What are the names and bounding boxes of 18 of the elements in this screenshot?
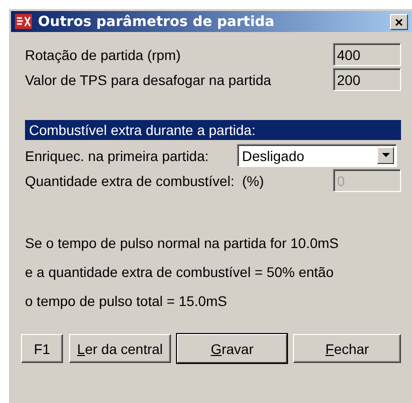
note-text: o tempo de pulso total = 15.0mS <box>25 292 228 311</box>
note-text: Se o tempo de pulso normal na partida for 10.0mS <box>25 234 340 253</box>
field-label: Enriquec. na primeira partida: <box>25 148 210 164</box>
section-header: Combustível extra durante a partida: <box>25 120 401 140</box>
input-field[interactable]: 200 <box>333 68 401 91</box>
dropdown-field[interactable]: Desligado <box>237 144 397 167</box>
field-label: Quantidade extra de combustível: (%) <box>25 172 265 188</box>
window-title: Outros parâmetros de partida <box>38 14 276 30</box>
field-label: Valor de TPS para desafogar na partida <box>25 72 272 88</box>
dialog-button[interactable]: F1 <box>21 334 64 363</box>
dialog-button[interactable]: Fechar <box>293 334 401 363</box>
dialog-button[interactable]: Gravar <box>176 334 288 363</box>
note-text: e a quantidade extra de combustível = 50% então <box>25 263 335 282</box>
close-button[interactable]: × <box>390 14 408 30</box>
field-label: Rotação de partida (rpm) <box>25 46 182 62</box>
input-field[interactable]: 400 <box>333 43 401 66</box>
app-icon <box>15 14 32 29</box>
dialog-button[interactable]: Ler da central <box>69 334 171 363</box>
